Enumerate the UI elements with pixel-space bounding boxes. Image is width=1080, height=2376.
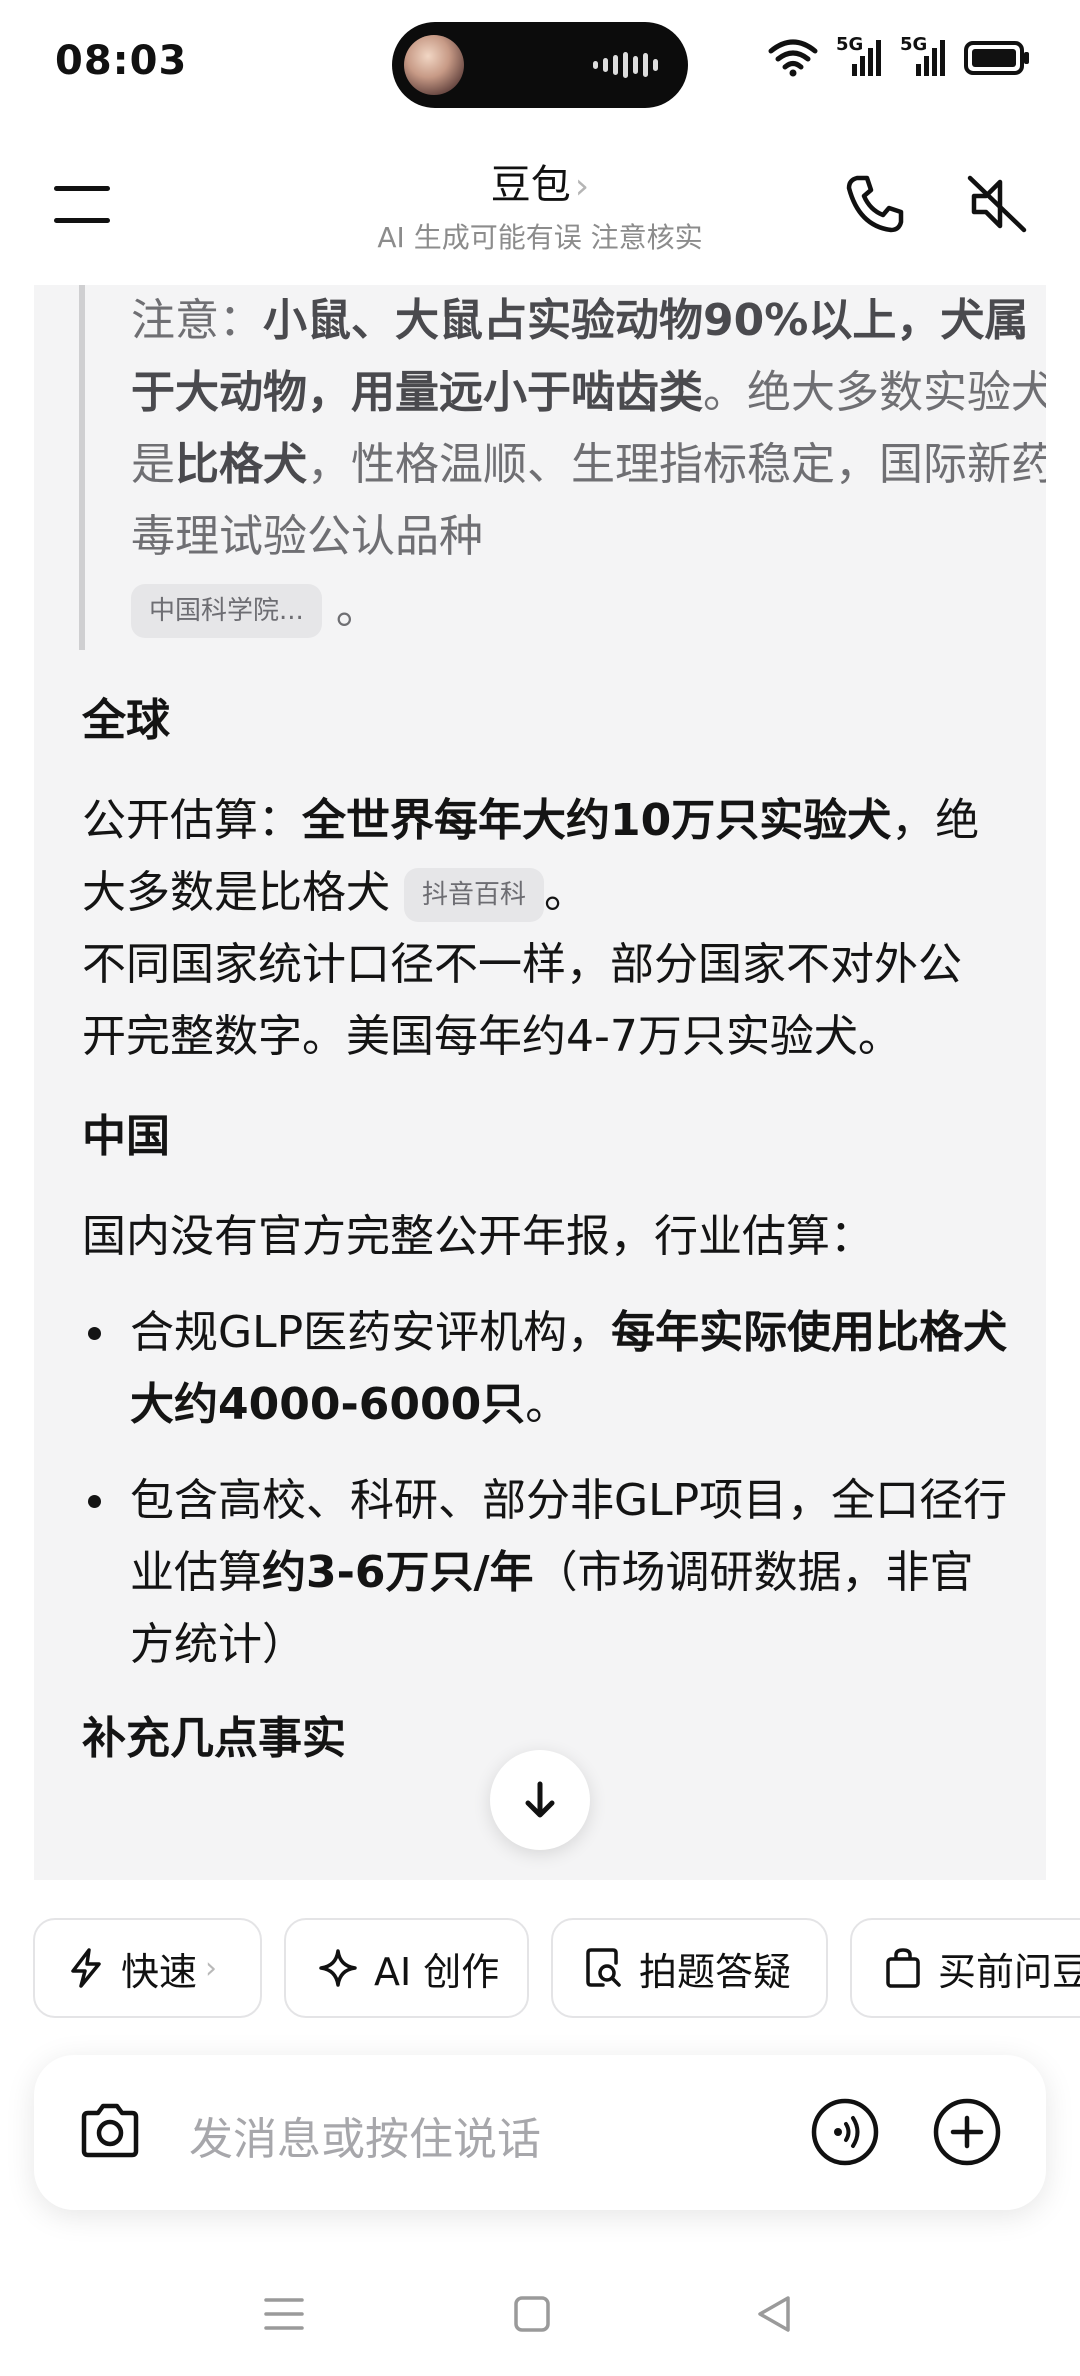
note-label: 注意： <box>131 295 263 346</box>
plus-icon[interactable] <box>932 2097 1002 2167</box>
back-nav-icon[interactable] <box>754 2294 794 2334</box>
quick-action-label: 快速 <box>121 1949 198 1994</box>
camera-icon[interactable] <box>76 2097 144 2165</box>
status-time: 08:03 <box>55 38 188 84</box>
wifi-icon <box>768 39 818 77</box>
quick-action-label: AI 创作 <box>374 1949 500 1994</box>
menu-nav-icon[interactable] <box>264 2294 304 2334</box>
message-input[interactable]: 发消息或按住说话 <box>189 2103 541 2167</box>
bullet-dot <box>88 1495 101 1508</box>
bullet2-bold: 约3-6万只/年 <box>262 1547 534 1598</box>
note-quote: 注意：小鼠、大鼠占实验动物90%以上，犬属于大动物，用量远小于啮齿类。绝大多数实… <box>79 285 1046 650</box>
bullet1-prefix: 合规GLP医药安评机构， <box>130 1307 612 1358</box>
battery-icon <box>964 41 1029 75</box>
global-p1-prefix: 公开估算： <box>82 795 302 846</box>
title-chevron-icon: › <box>574 166 590 207</box>
global-p1-bold: 全世界每年大约10万只实验犬 <box>302 795 892 846</box>
photo-search-icon <box>586 1948 621 1987</box>
china-list: 合规GLP医药安评机构，每年实际使用比格犬大约4000-6000只。 包含高校、… <box>82 1297 1012 1681</box>
island-avatar <box>404 35 464 95</box>
chevron-right-icon: › <box>205 1950 218 1986</box>
sparkle-icon <box>319 1949 357 1987</box>
chat-title-text: 豆包 <box>490 162 571 208</box>
heading-china: 中国 <box>82 1111 170 1162</box>
note-end: 。 <box>335 583 380 634</box>
global-paragraph-2: 不同国家统计口径不一样，部分国家不对外公开完整数字。美国每年约4-7万只实验犬。 <box>82 939 962 1062</box>
phone-call-icon[interactable] <box>843 172 907 236</box>
message-input-bar: 发消息或按住说话 <box>34 2055 1046 2210</box>
quick-action-fast[interactable]: 快速 › <box>33 1918 262 2018</box>
quick-action-label: 拍题答疑 <box>639 1949 792 1994</box>
global-paragraph-1: 公开估算：全世界每年大约10万只实验犬，绝大多数是比格犬 抖音百科。 <box>82 785 1012 929</box>
system-icons: 5G 5G <box>768 34 1030 78</box>
note-bold-2: 比格犬 <box>175 439 307 490</box>
quick-action-photo-question[interactable]: 拍题答疑 <box>551 1918 828 2018</box>
signal-1: 5G <box>836 34 882 78</box>
china-intro: 国内没有官方完整公开年报，行业估算： <box>82 1211 874 1262</box>
heading-global: 全球 <box>82 695 170 746</box>
audio-wave-icon <box>593 52 658 78</box>
home-nav-icon[interactable] <box>512 2294 552 2334</box>
quick-actions-bar: 快速 › AI 创作 拍题答疑 买前问豆包 <box>0 1880 1080 2018</box>
speaker-muted-icon[interactable] <box>966 172 1030 236</box>
scroll-to-bottom-button[interactable] <box>490 1750 590 1850</box>
lightning-icon <box>71 1948 101 1988</box>
dynamic-island[interactable] <box>392 22 688 108</box>
list-item: 合规GLP医药安评机构，每年实际使用比格犬大约4000-6000只。 <box>82 1297 1012 1441</box>
bullet1-end: 。 <box>525 1379 570 1430</box>
quick-action-label: 买前问豆包 <box>938 1949 1080 1994</box>
signal-icon-2 <box>916 40 945 76</box>
message-body: 全球 公开估算：全世界每年大约10万只实验犬，绝大多数是比格犬 抖音百科。 不同… <box>82 685 1012 1775</box>
quick-action-ai-create[interactable]: AI 创作 <box>284 1918 529 2018</box>
arrow-down-icon <box>525 1781 555 1818</box>
quick-action-shopping[interactable]: 买前问豆包 <box>850 1918 1080 2018</box>
chat-title-area[interactable]: 豆包 › AI 生成可能有误 注意核实 <box>0 152 1080 256</box>
chat-header: 豆包 › AI 生成可能有误 注意核实 <box>0 130 1080 285</box>
shopping-bag-icon <box>886 1948 920 1988</box>
global-p1-end: 。 <box>544 867 589 918</box>
list-item: 包含高校、科研、部分非GLP项目，全口径行业估算约3-6万只/年（市场调研数据，… <box>82 1465 1012 1681</box>
source-chip-cas[interactable]: 中国科学院... <box>131 584 322 638</box>
assistant-message: 注意：小鼠、大鼠占实验动物90%以上，犬属于大动物，用量远小于啮齿类。绝大多数实… <box>34 285 1046 1880</box>
system-navigation-bar <box>0 2270 1080 2376</box>
chat-title[interactable]: 豆包 › <box>0 152 1080 210</box>
status-bar: 08:03 5G 5G <box>0 0 1080 130</box>
voice-call-icon[interactable] <box>810 2097 880 2167</box>
signal-icon-1 <box>852 40 881 76</box>
bullet-dot <box>88 1327 101 1340</box>
chat-subtitle: AI 生成可能有误 注意核实 <box>377 221 703 254</box>
source-chip-douyin[interactable]: 抖音百科 <box>404 868 545 922</box>
signal-2: 5G <box>900 34 946 78</box>
